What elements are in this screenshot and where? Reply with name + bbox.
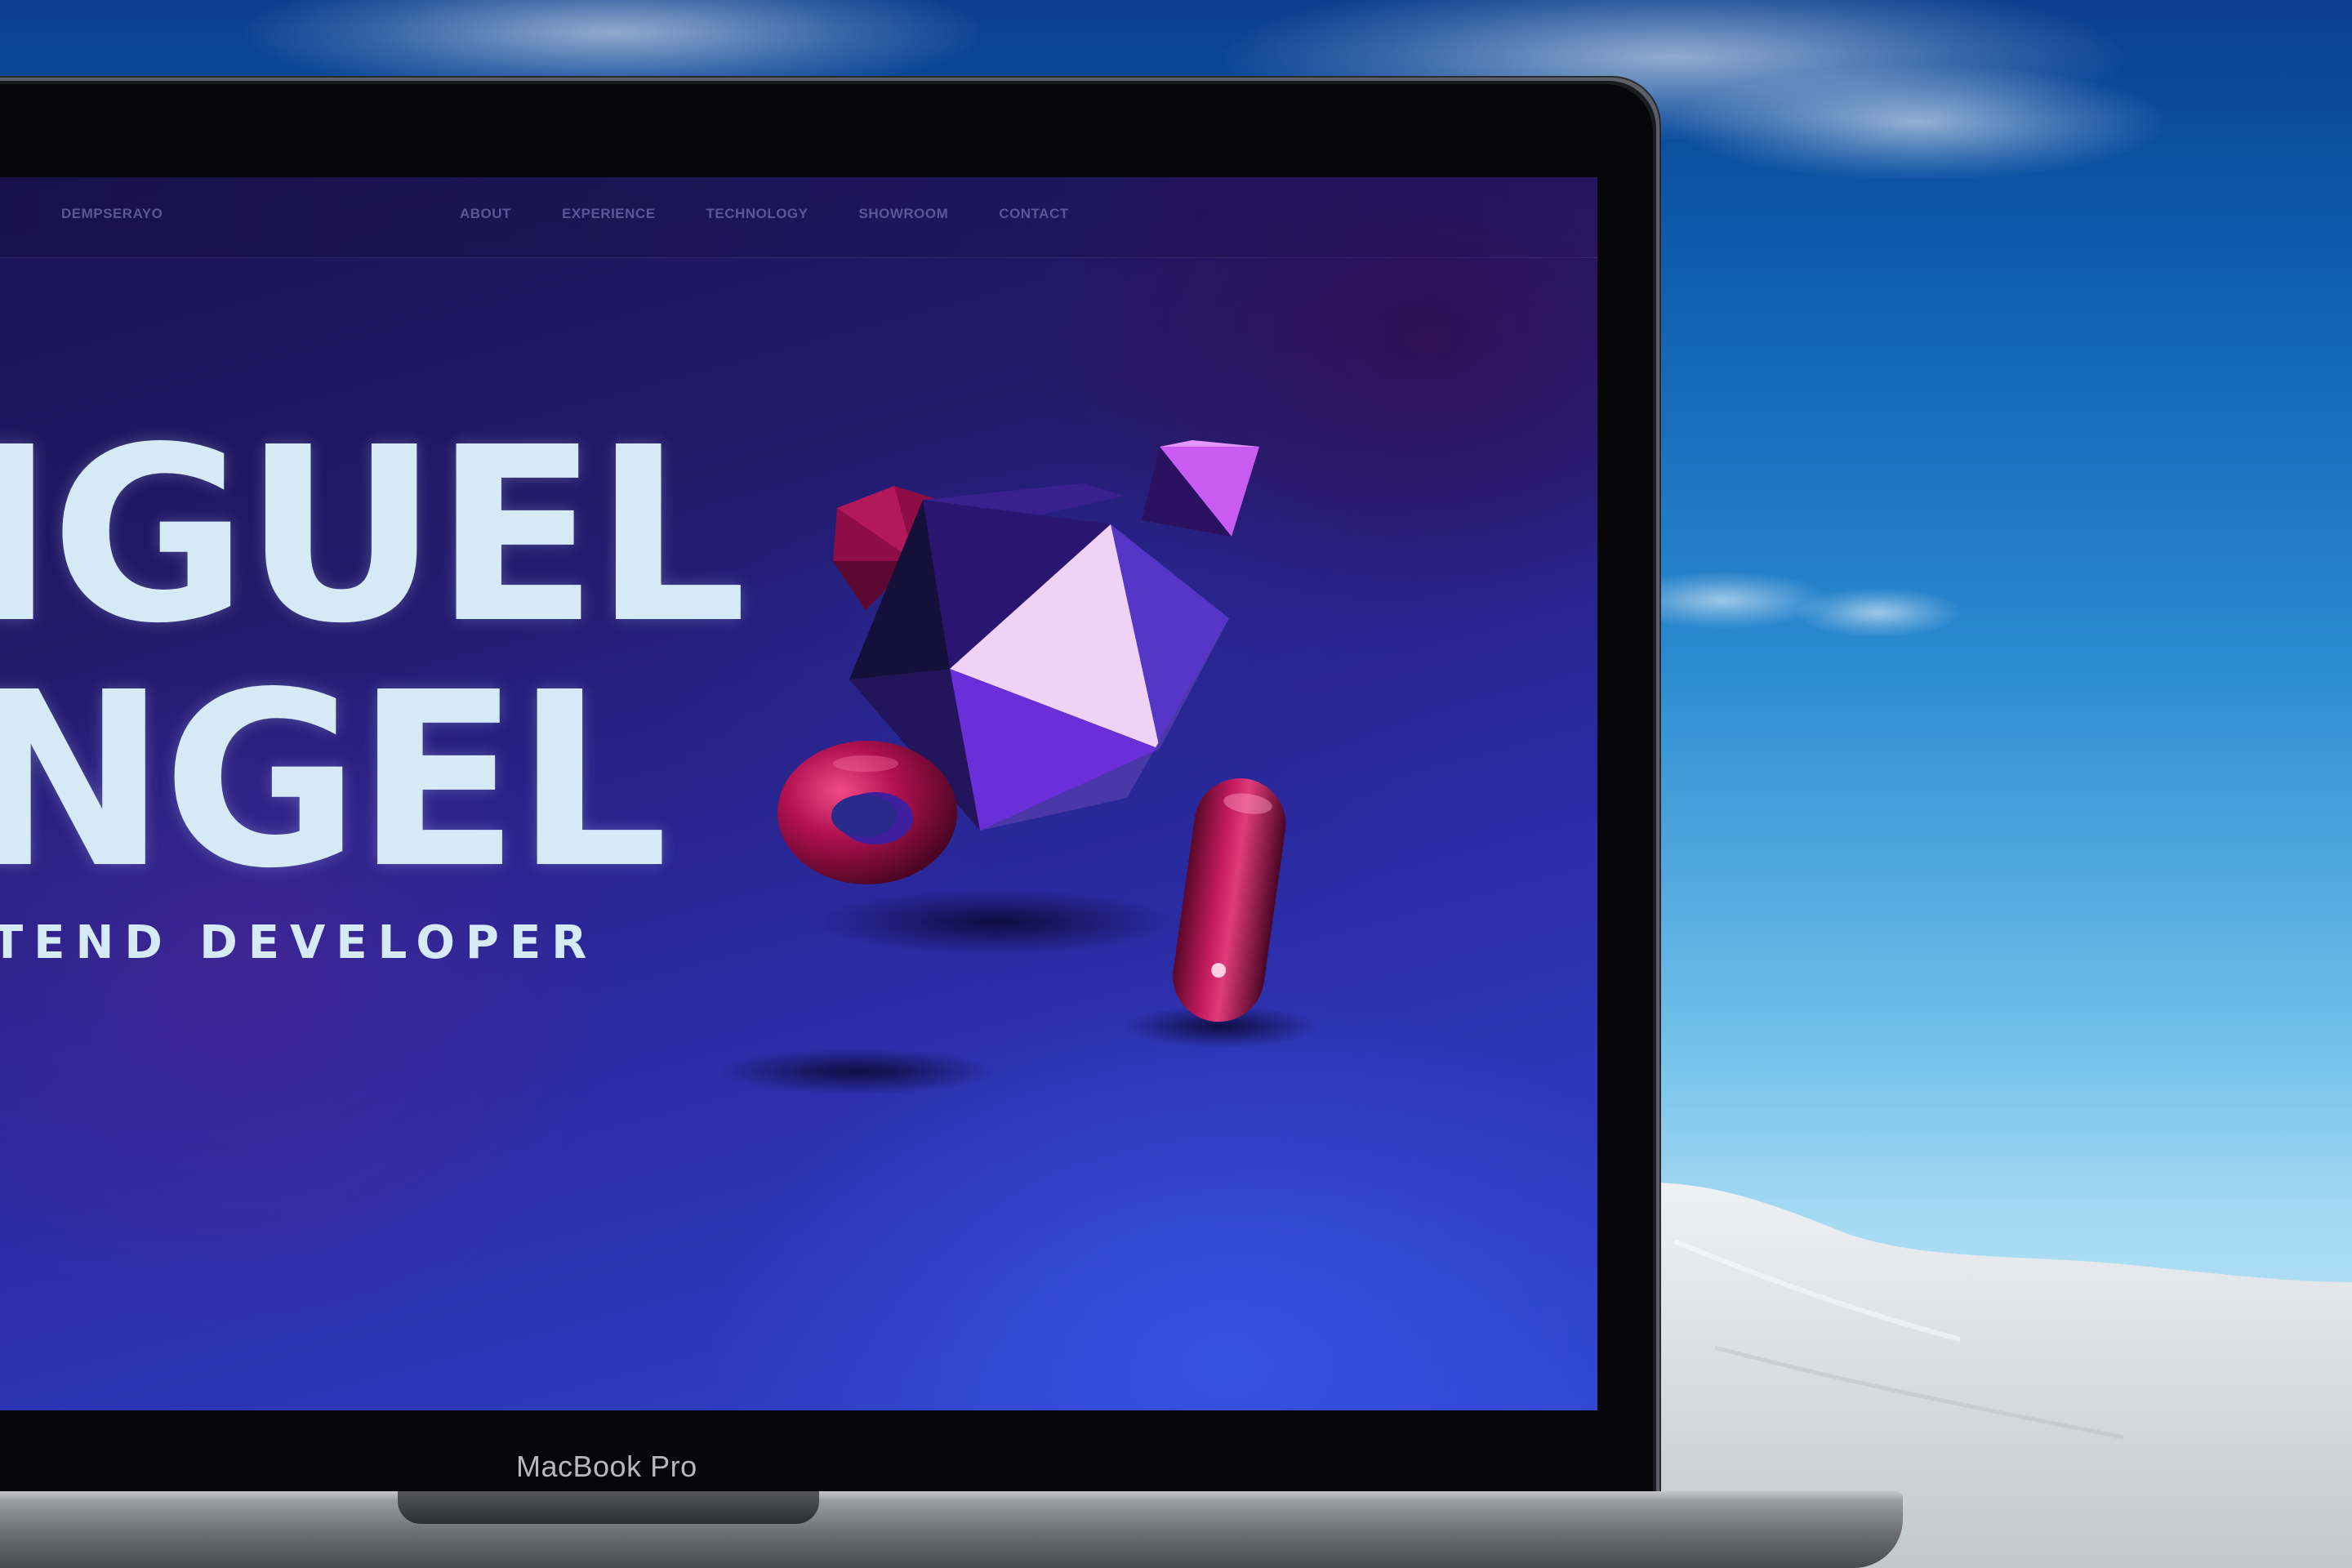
torus-shape xyxy=(777,741,957,884)
laptop-chin xyxy=(0,1410,1658,1492)
shadow xyxy=(719,1049,996,1094)
shadow xyxy=(817,889,1176,955)
violet-pyramid-shape xyxy=(1142,440,1259,537)
capsule-shape xyxy=(1173,778,1286,1022)
laptop-base xyxy=(0,1491,1903,1568)
desktop-scene: DEMPSERAYO ABOUT EXPERIENCE TECHNOLOGY S… xyxy=(0,0,2352,1568)
laptop-screen: DEMPSERAYO ABOUT EXPERIENCE TECHNOLOGY S… xyxy=(0,177,1597,1410)
hero-3d-illustration xyxy=(719,440,1319,1094)
device-model-label: MacBook Pro xyxy=(516,1450,697,1483)
laptop-opening-notch xyxy=(398,1491,819,1524)
